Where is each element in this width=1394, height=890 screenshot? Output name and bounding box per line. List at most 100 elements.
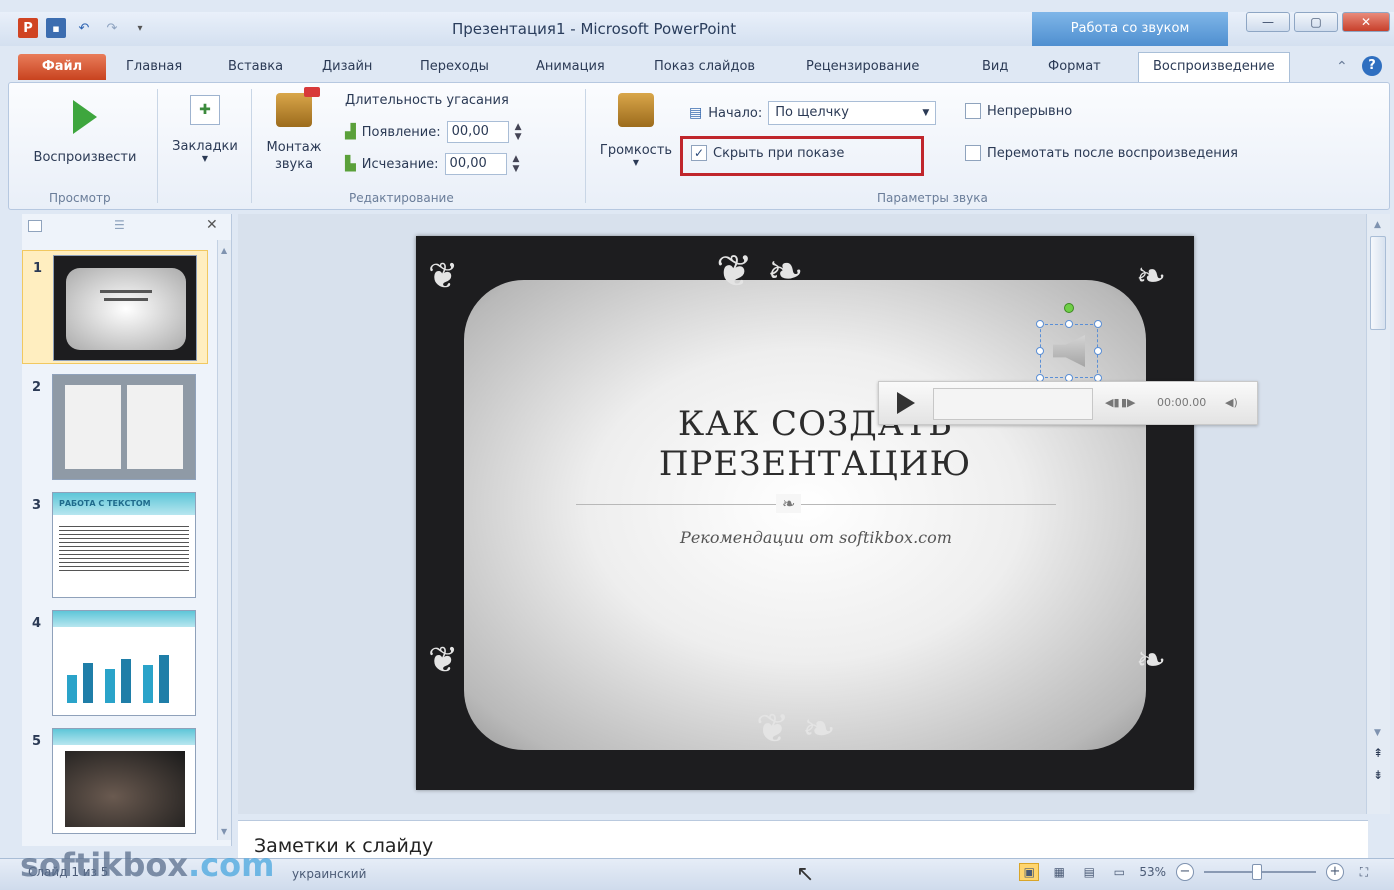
editor-scrollbar[interactable]: ▲ ▼ ⇞ ⇟	[1366, 214, 1390, 814]
start-dropdown[interactable]: По щелчку ▼	[768, 101, 937, 125]
play-button[interactable]: Воспроизвести	[25, 97, 145, 165]
ornament-icon: ❦	[428, 640, 459, 681]
rotation-handle[interactable]	[1064, 303, 1074, 313]
slides-panel-scrollbar[interactable]: ▲ ▼	[217, 240, 231, 840]
play-icon	[73, 97, 97, 137]
scroll-up-icon[interactable]: ▲	[1374, 220, 1381, 230]
zoom-knob[interactable]	[1252, 864, 1262, 880]
slide-show-icon[interactable]: ▭	[1109, 863, 1129, 881]
tab-slide-show[interactable]: Показ слайдов	[654, 54, 755, 80]
fade-out-spinner-icon[interactable]: ▲ ▼	[513, 154, 520, 174]
tab-insert[interactable]: Вставка	[228, 54, 283, 80]
resize-handle[interactable]	[1065, 320, 1073, 328]
scroll-thumb[interactable]	[1370, 236, 1386, 330]
resize-handle[interactable]	[1094, 320, 1102, 328]
language-indicator[interactable]: украинский	[292, 867, 366, 881]
volume-label: Громкость	[599, 143, 673, 158]
zoom-slider[interactable]	[1204, 864, 1316, 880]
tab-transitions[interactable]: Переходы	[420, 54, 489, 80]
tab-format[interactable]: Формат	[1048, 54, 1101, 80]
loop-row[interactable]: Непрерывно	[965, 103, 1072, 119]
resize-handle[interactable]	[1036, 347, 1044, 355]
slide-thumbnail-2[interactable]: 2	[22, 370, 208, 484]
next-slide-icon[interactable]: ⇟	[1373, 768, 1383, 782]
slide-thumbnail-3[interactable]: 3 РАБОТА С ТЕКСТОМ	[22, 488, 208, 602]
close-button[interactable]: ✕	[1342, 12, 1390, 32]
fade-duration-title: Длительность угасания	[345, 93, 509, 108]
fade-out-input[interactable]: 00,00	[444, 153, 507, 175]
slide-thumbnail-image	[52, 728, 196, 834]
slide-thumbnail-5[interactable]: 5	[22, 724, 208, 838]
scroll-down-icon[interactable]: ▼	[221, 827, 227, 836]
tab-animations[interactable]: Анимация	[536, 54, 605, 80]
loop-checkbox[interactable]	[965, 103, 981, 119]
volume-button[interactable]: Громкость ▼	[593, 89, 679, 167]
redo-icon[interactable]: ↷	[102, 18, 122, 38]
resize-handle[interactable]	[1036, 320, 1044, 328]
notes-placeholder: Заметки к слайду	[254, 835, 434, 857]
bookmarks-label: Закладки	[172, 139, 238, 154]
save-icon[interactable]: ▪	[46, 18, 66, 38]
chevron-down-icon: ▼	[922, 108, 930, 118]
tab-design[interactable]: Дизайн	[322, 54, 372, 80]
slides-tab-icon[interactable]	[28, 220, 42, 232]
player-forward-icon[interactable]: ▮▶	[1121, 396, 1136, 409]
close-panel-icon[interactable]: ✕	[206, 217, 218, 233]
play-label: Воспроизвести	[33, 150, 137, 165]
rewind-checkbox[interactable]	[965, 145, 981, 161]
trim-audio-button[interactable]: Монтаж звука	[255, 87, 333, 173]
player-timeline[interactable]	[933, 388, 1093, 420]
bookmarks-button[interactable]: ✚ Закладки ▼	[165, 93, 245, 163]
minimize-button[interactable]: —	[1246, 12, 1290, 32]
tab-home[interactable]: Главная	[126, 54, 182, 80]
slide-thumbnail-image	[52, 610, 196, 716]
maximize-button[interactable]: ▢	[1294, 12, 1338, 32]
resize-handle[interactable]	[1094, 347, 1102, 355]
rewind-row[interactable]: Перемотать после воспроизведения	[965, 145, 1238, 161]
help-icon[interactable]: ?	[1362, 56, 1382, 76]
slide-number: 2	[32, 380, 42, 395]
previous-slide-icon[interactable]: ⇞	[1373, 746, 1383, 760]
slide-sorter-icon[interactable]: ▦	[1049, 863, 1069, 881]
tab-view[interactable]: Вид	[982, 54, 1008, 80]
fade-in-spinner-icon[interactable]: ▲ ▼	[515, 122, 522, 142]
customize-qat-icon[interactable]: ▾	[130, 18, 150, 38]
tab-playback[interactable]: Воспроизведение	[1138, 52, 1290, 82]
zoom-in-icon[interactable]: +	[1326, 863, 1344, 881]
reading-view-icon[interactable]: ▤	[1079, 863, 1099, 881]
zoom-level[interactable]: 53%	[1139, 865, 1166, 879]
ornament-icon: ❧	[1136, 256, 1167, 297]
scroll-down-icon[interactable]: ▼	[1374, 728, 1381, 738]
player-back-icon[interactable]: ◀▮	[1105, 396, 1120, 409]
notes-pane[interactable]: Заметки к слайду	[238, 820, 1368, 858]
slide-thumbnail-image	[52, 374, 196, 480]
group-label-audio-options: Параметры звука	[877, 191, 988, 205]
group-label-preview: Просмотр	[49, 191, 111, 205]
tab-review[interactable]: Рецензирование	[806, 54, 919, 80]
player-play-icon[interactable]	[897, 392, 915, 414]
scroll-up-icon[interactable]: ▲	[221, 246, 227, 255]
slide-subtitle[interactable]: Рекомендации от softikbox.com	[416, 528, 1194, 547]
tab-file[interactable]: Файл	[18, 54, 106, 80]
slide-number: 3	[32, 498, 42, 513]
zoom-out-icon[interactable]: −	[1176, 863, 1194, 881]
minimize-ribbon-icon[interactable]: ⌃	[1336, 54, 1348, 80]
current-slide[interactable]: ❦ ❦ ❧ ❧ ❦ ❦ ❧ ❧ КАК СОЗДАТЬ ПРЕЗЕНТАЦИЮ …	[416, 236, 1194, 790]
fit-to-window-icon[interactable]: ⛶	[1354, 863, 1374, 881]
slide-thumbnail-4[interactable]: 4	[22, 606, 208, 720]
fade-in-input[interactable]: 00,00	[446, 121, 509, 143]
audio-clip-icon[interactable]	[1036, 303, 1102, 382]
outline-tab-icon[interactable]: ☰	[114, 218, 125, 232]
window-controls: — ▢ ✕	[1246, 12, 1390, 32]
normal-view-icon[interactable]: ▣	[1019, 863, 1040, 881]
slide-thumbnail-1[interactable]: 1	[22, 250, 208, 364]
ornament-icon: ❧	[1136, 640, 1167, 681]
group-separator	[157, 89, 158, 203]
rewind-label: Перемотать после воспроизведения	[987, 145, 1238, 161]
powerpoint-logo-icon[interactable]: P	[18, 18, 38, 38]
undo-icon[interactable]: ↶	[74, 18, 94, 38]
player-volume-icon[interactable]: ◀)	[1225, 396, 1238, 409]
fade-in-row: ▟ Появление: 00,00 ▲ ▼	[345, 121, 522, 143]
slide-thumbnail-image	[53, 255, 197, 361]
trim-audio-icon	[276, 87, 320, 127]
